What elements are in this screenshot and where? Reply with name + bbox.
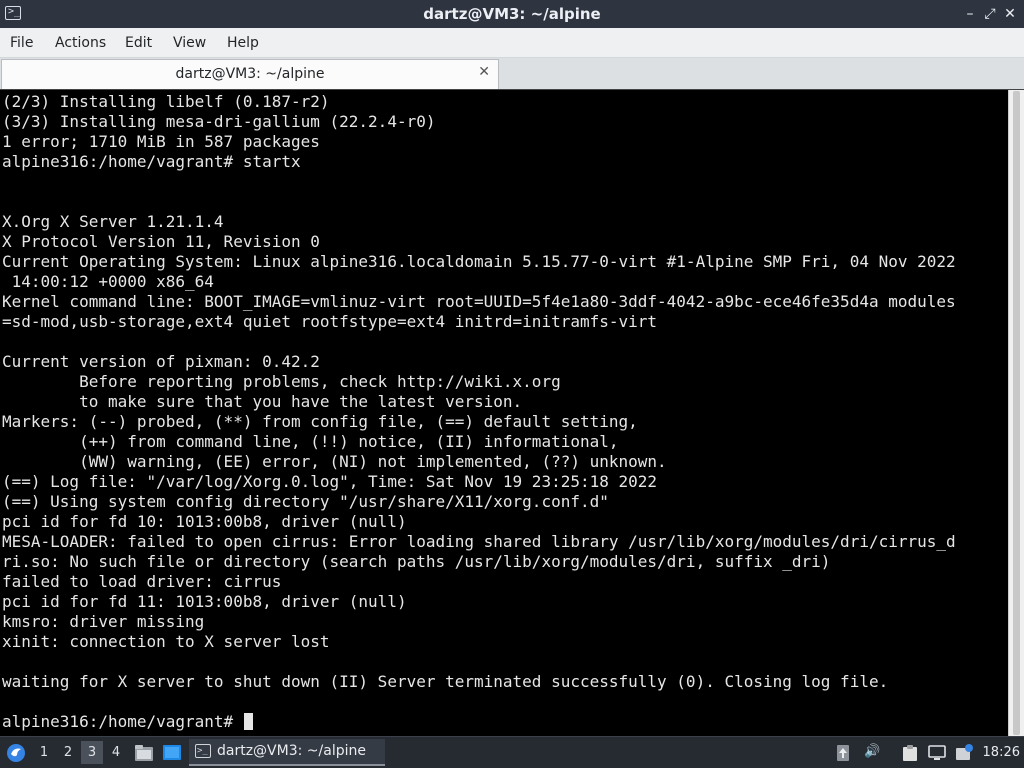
minimize-icon[interactable]: –: [960, 4, 980, 24]
terminal-output: (2/3) Installing libelf (0.187-r2) (3/3) …: [2, 92, 1006, 733]
terminal-line: X.Org X Server 1.21.1.4: [2, 212, 1006, 232]
workspace-4[interactable]: 4: [105, 741, 127, 764]
terminal-line: pci id for fd 10: 1013:00b8, driver (nul…: [2, 512, 1006, 532]
terminal-line: waiting for X server to shut down (II) S…: [2, 672, 1006, 692]
terminal-line-text: X Protocol Version 11, Revision 0: [2, 232, 320, 251]
terminal-line-text: 1 error; 1710 MiB in 587 packages: [2, 132, 320, 151]
terminal-line-text: alpine316:/home/vagrant#: [2, 712, 243, 731]
tab-bar: dartz@VM3: ~/alpine ✕: [0, 58, 1024, 89]
terminal-line-text: alpine316:/home/vagrant# startx: [2, 152, 301, 171]
terminal-line: ri.so: No such file or directory (search…: [2, 552, 1006, 572]
terminal-line: alpine316:/home/vagrant# startx: [2, 152, 1006, 172]
terminal-line-text: Current Operating System: Linux alpine31…: [2, 252, 956, 271]
menu-view[interactable]: View: [173, 28, 206, 58]
scrollbar-thumb[interactable]: [1013, 91, 1020, 735]
volume-icon[interactable]: 🔊: [864, 744, 880, 760]
task-button-terminal[interactable]: >_ dartz@VM3: ~/alpine: [189, 739, 385, 766]
terminal-line: Current Operating System: Linux alpine31…: [2, 252, 1006, 272]
window-titlebar[interactable]: >_ dartz@VM3: ~/alpine – ⤢ ✕: [0, 0, 1024, 28]
notification-icon[interactable]: [954, 743, 974, 763]
terminal-line-text: waiting for X server to shut down (II) S…: [2, 672, 889, 691]
terminal-line-text: pci id for fd 11: 1013:00b8, driver (nul…: [2, 592, 407, 611]
terminal-line-text: 14:00:12 +0000 x86_64: [2, 272, 214, 291]
terminal-line: (3/3) Installing mesa-dri-gallium (22.2.…: [2, 112, 1006, 132]
terminal-line: alpine316:/home/vagrant#: [2, 712, 1006, 732]
terminal-line: xinit: connection to X server lost: [2, 632, 1006, 652]
terminal-line-text: Before reporting problems, check http://…: [2, 372, 561, 391]
terminal-line-text: Markers: (--) probed, (**) from config f…: [2, 412, 638, 431]
menu-help[interactable]: Help: [227, 28, 259, 58]
terminal-line: 14:00:12 +0000 x86_64: [2, 272, 1006, 292]
menu-edit[interactable]: Edit: [125, 28, 152, 58]
terminal-line-text: X.Org X Server 1.21.1.4: [2, 212, 224, 231]
terminal-line-text: ri.so: No such file or directory (search…: [2, 552, 831, 571]
workspace-2[interactable]: 2: [57, 741, 79, 764]
clipboard-icon[interactable]: [902, 744, 918, 762]
tab-terminal[interactable]: dartz@VM3: ~/alpine ✕: [1, 59, 499, 89]
taskbar: 1 2 3 4 >_ dartz@VM3: ~/alpine 🔊 18:26: [0, 736, 1024, 768]
update-icon[interactable]: [836, 744, 850, 762]
terminal-line: pci id for fd 11: 1013:00b8, driver (nul…: [2, 592, 1006, 612]
terminal-line-text: (3/3) Installing mesa-dri-gallium (22.2.…: [2, 112, 436, 131]
terminal-line-text: to make sure that you have the latest ve…: [2, 392, 523, 411]
terminal-line-text: (==) Using system config directory "/usr…: [2, 492, 609, 511]
terminal-line: Kernel command line: BOOT_IMAGE=vmlinuz-…: [2, 292, 1006, 312]
terminal-line-text: (2/3) Installing libelf (0.187-r2): [2, 92, 330, 111]
menu-file[interactable]: File: [10, 28, 33, 58]
menu-bar: File Actions Edit View Help: [0, 28, 1024, 58]
window-title: dartz@VM3: ~/alpine: [423, 5, 601, 23]
terminal-line-text: Kernel command line: BOOT_IMAGE=vmlinuz-…: [2, 292, 956, 311]
tab-close-icon[interactable]: ✕: [478, 64, 490, 80]
terminal-line: 1 error; 1710 MiB in 587 packages: [2, 132, 1006, 152]
terminal-line: Markers: (--) probed, (**) from config f…: [2, 412, 1006, 432]
terminal-line-text: failed to load driver: cirrus: [2, 572, 282, 591]
terminal-line: (==) Log file: "/var/log/Xorg.0.log", Ti…: [2, 472, 1006, 492]
file-manager-icon[interactable]: [134, 744, 154, 762]
terminal-line: (==) Using system config directory "/usr…: [2, 492, 1006, 512]
terminal-line-text: (==) Log file: "/var/log/Xorg.0.log", Ti…: [2, 472, 658, 491]
menu-actions[interactable]: Actions: [55, 28, 106, 58]
terminal-line: X Protocol Version 11, Revision 0: [2, 232, 1006, 252]
maximize-icon[interactable]: ⤢: [980, 4, 1000, 24]
app-menu-icon[interactable]: [5, 742, 27, 764]
terminal-line-text: Current version of pixman: 0.42.2: [2, 352, 320, 371]
clock[interactable]: 18:26: [983, 737, 1020, 768]
task-button-label: dartz@VM3: ~/alpine: [217, 743, 366, 759]
terminal-line: to make sure that you have the latest ve…: [2, 392, 1006, 412]
terminal-line: Before reporting problems, check http://…: [2, 372, 1006, 392]
scrollbar[interactable]: [1008, 90, 1024, 736]
workspace-3[interactable]: 3: [81, 741, 103, 764]
terminal-line: Current version of pixman: 0.42.2: [2, 352, 1006, 372]
terminal-icon: >_: [195, 744, 211, 758]
terminal-line-text: =sd-mod,usb-storage,ext4 quiet rootfstyp…: [2, 312, 658, 331]
tab-label: dartz@VM3: ~/alpine: [175, 66, 325, 82]
network-icon[interactable]: [928, 744, 946, 762]
close-icon[interactable]: ✕: [1000, 4, 1020, 24]
terminal-line: kmsro: driver missing: [2, 612, 1006, 632]
terminal-line-text: pci id for fd 10: 1013:00b8, driver (nul…: [2, 512, 407, 531]
terminal-cursor: [243, 713, 253, 730]
terminal-line-text: xinit: connection to X server lost: [2, 632, 330, 651]
show-desktop-icon[interactable]: [162, 744, 182, 762]
terminal-line: (2/3) Installing libelf (0.187-r2): [2, 92, 1006, 112]
terminal-line-text: (++) from command line, (!!) notice, (II…: [2, 432, 619, 451]
terminal-line-text: (WW) warning, (EE) error, (NI) not imple…: [2, 452, 667, 471]
terminal-line: =sd-mod,usb-storage,ext4 quiet rootfstyp…: [2, 312, 1006, 332]
terminal-line-text: kmsro: driver missing: [2, 612, 205, 631]
terminal-line: MESA-LOADER: failed to open cirrus: Erro…: [2, 532, 1006, 552]
workspace-1[interactable]: 1: [33, 741, 55, 764]
terminal-line: (WW) warning, (EE) error, (NI) not imple…: [2, 452, 1006, 472]
terminal-view[interactable]: (2/3) Installing libelf (0.187-r2) (3/3) …: [0, 89, 1024, 736]
terminal-line: (++) from command line, (!!) notice, (II…: [2, 432, 1006, 452]
terminal-line-text: MESA-LOADER: failed to open cirrus: Erro…: [2, 532, 956, 551]
terminal-line: failed to load driver: cirrus: [2, 572, 1006, 592]
